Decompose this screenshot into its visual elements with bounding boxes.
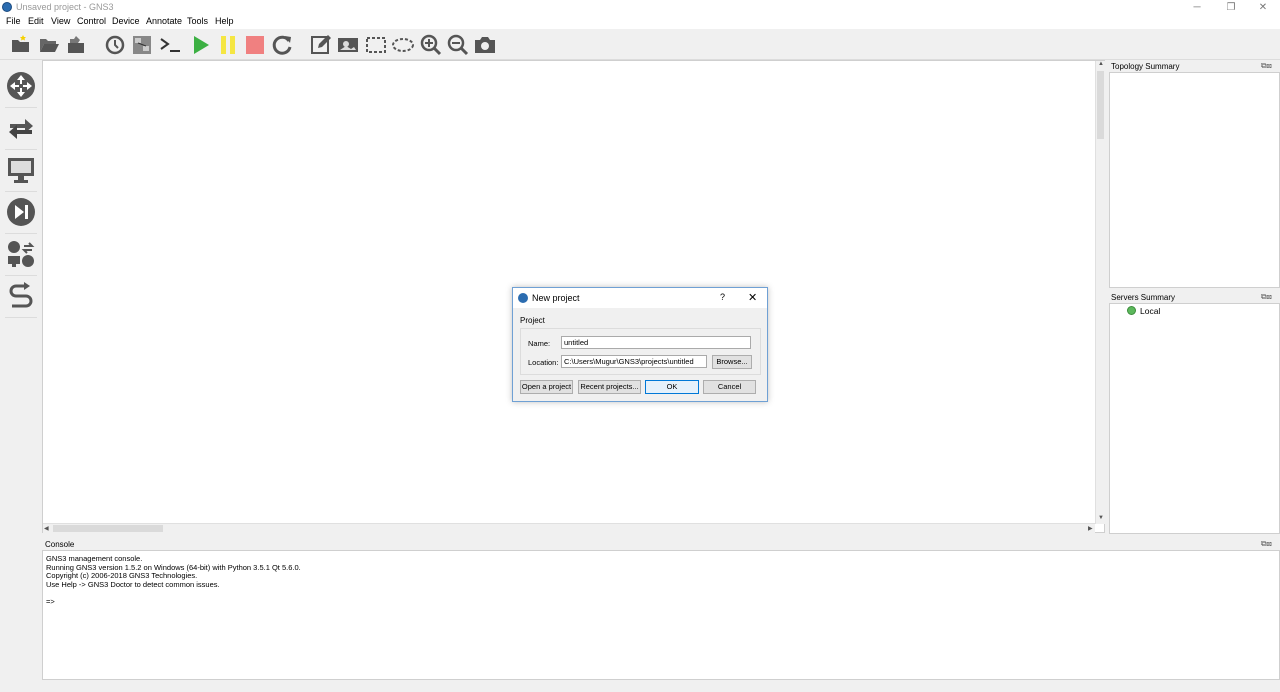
dialog-close-button[interactable]: ✕ xyxy=(748,291,757,304)
horizontal-scroll-thumb[interactable] xyxy=(53,525,163,532)
gns3-dialog-icon xyxy=(518,293,528,303)
close-window-button[interactable]: ✕ xyxy=(1246,0,1280,15)
ok-button[interactable]: OK xyxy=(645,380,699,394)
switches-icon[interactable] xyxy=(6,113,36,143)
project-group-label: Project xyxy=(520,316,545,325)
topology-summary-title: Topology Summary xyxy=(1111,62,1180,71)
security-devices-icon[interactable] xyxy=(6,197,36,227)
status-bar xyxy=(0,680,1280,692)
new-project-icon[interactable] xyxy=(9,33,33,57)
menu-device[interactable]: Device xyxy=(112,16,140,26)
canvas-horizontal-scrollbar[interactable]: ◀ ▶ xyxy=(43,523,1095,533)
draw-ellipse-icon[interactable] xyxy=(391,33,415,57)
dialog-title-bar: New project ? ✕ xyxy=(513,288,767,308)
gns3-app-icon xyxy=(2,2,12,12)
scroll-left-arrow-icon[interactable]: ◀ xyxy=(44,525,49,532)
menu-annotate[interactable]: Annotate xyxy=(146,16,182,26)
console-line: Use Help -> GNS3 Doctor to detect common… xyxy=(46,579,220,589)
menu-edit[interactable]: Edit xyxy=(28,16,44,26)
start-icon[interactable] xyxy=(189,33,213,57)
minimize-button[interactable]: ─ xyxy=(1180,0,1214,15)
insert-picture-icon[interactable] xyxy=(336,33,360,57)
console-prompt[interactable]: => xyxy=(46,597,55,607)
add-note-icon[interactable] xyxy=(309,33,333,57)
dialog-help-button[interactable]: ? xyxy=(720,292,725,302)
menu-control[interactable]: Control xyxy=(77,16,106,26)
new-project-dialog: New project ? ✕ Project Name: untitled L… xyxy=(512,287,768,402)
location-field[interactable]: C:\Users\Mugur\GNS3\projects\untitled xyxy=(561,355,707,368)
topology-summary-panel xyxy=(1109,72,1280,288)
zoom-in-icon[interactable] xyxy=(419,33,443,57)
dialog-title: New project xyxy=(532,293,580,303)
console-panel[interactable]: GNS3 management console. Running GNS3 ve… xyxy=(42,550,1280,680)
window-title: Unsaved project - GNS3 xyxy=(16,2,114,12)
server-status-icon xyxy=(1127,306,1136,315)
zoom-out-icon[interactable] xyxy=(446,33,470,57)
servers-summary-dock-buttons[interactable]: ⧉⊠ xyxy=(1261,292,1272,302)
title-bar: Unsaved project - GNS3 ─ ❐ ✕ xyxy=(0,0,1280,15)
vertical-scroll-thumb[interactable] xyxy=(1097,71,1104,139)
end-devices-icon[interactable] xyxy=(6,155,36,185)
project-group: Name: untitled Location: C:\Users\Mugur\… xyxy=(520,328,761,375)
snapshot-icon[interactable] xyxy=(64,33,88,57)
menu-bar: File Edit View Control Device Annotate T… xyxy=(0,15,1280,29)
servers-summary-title: Servers Summary xyxy=(1111,293,1176,302)
show-interface-labels-icon[interactable] xyxy=(130,33,154,57)
server-local-label[interactable]: Local xyxy=(1140,306,1160,316)
console-title: Console xyxy=(45,540,75,549)
name-label: Name: xyxy=(528,339,551,348)
canvas-vertical-scrollbar[interactable]: ▲ ▼ xyxy=(1095,61,1105,524)
all-devices-icon[interactable] xyxy=(6,239,36,269)
add-link-icon[interactable] xyxy=(6,281,36,311)
reload-icon[interactable] xyxy=(271,33,295,57)
history-icon[interactable] xyxy=(103,33,127,57)
suspend-icon[interactable] xyxy=(216,33,240,57)
open-project-button[interactable]: Open a project xyxy=(520,380,573,394)
scroll-right-arrow-icon[interactable]: ▶ xyxy=(1088,525,1093,532)
screenshot-icon[interactable] xyxy=(473,33,497,57)
topology-summary-dock-buttons[interactable]: ⧉⊠ xyxy=(1261,61,1272,71)
main-toolbar xyxy=(0,29,1280,60)
scroll-up-arrow-icon[interactable]: ▲ xyxy=(1098,61,1104,67)
console-icon[interactable] xyxy=(158,33,182,57)
servers-summary-panel: Local xyxy=(1109,303,1280,534)
console-dock-buttons[interactable]: ⧉⊠ xyxy=(1261,539,1272,549)
menu-view[interactable]: View xyxy=(51,16,70,26)
name-field[interactable]: untitled xyxy=(561,336,751,349)
scroll-down-arrow-icon[interactable]: ▼ xyxy=(1098,515,1104,521)
stop-icon[interactable] xyxy=(243,33,267,57)
draw-rectangle-icon[interactable] xyxy=(364,33,388,57)
restore-button[interactable]: ❐ xyxy=(1214,0,1248,15)
menu-tools[interactable]: Tools xyxy=(187,16,208,26)
recent-projects-button[interactable]: Recent projects... xyxy=(578,380,641,394)
open-project-icon[interactable] xyxy=(37,33,61,57)
menu-file[interactable]: File xyxy=(6,16,21,26)
menu-help[interactable]: Help xyxy=(215,16,234,26)
routers-icon[interactable] xyxy=(6,71,36,101)
device-toolbar xyxy=(0,60,42,680)
cancel-button[interactable]: Cancel xyxy=(703,380,756,394)
location-label: Location: xyxy=(528,358,559,367)
browse-button[interactable]: Browse... xyxy=(712,355,752,369)
